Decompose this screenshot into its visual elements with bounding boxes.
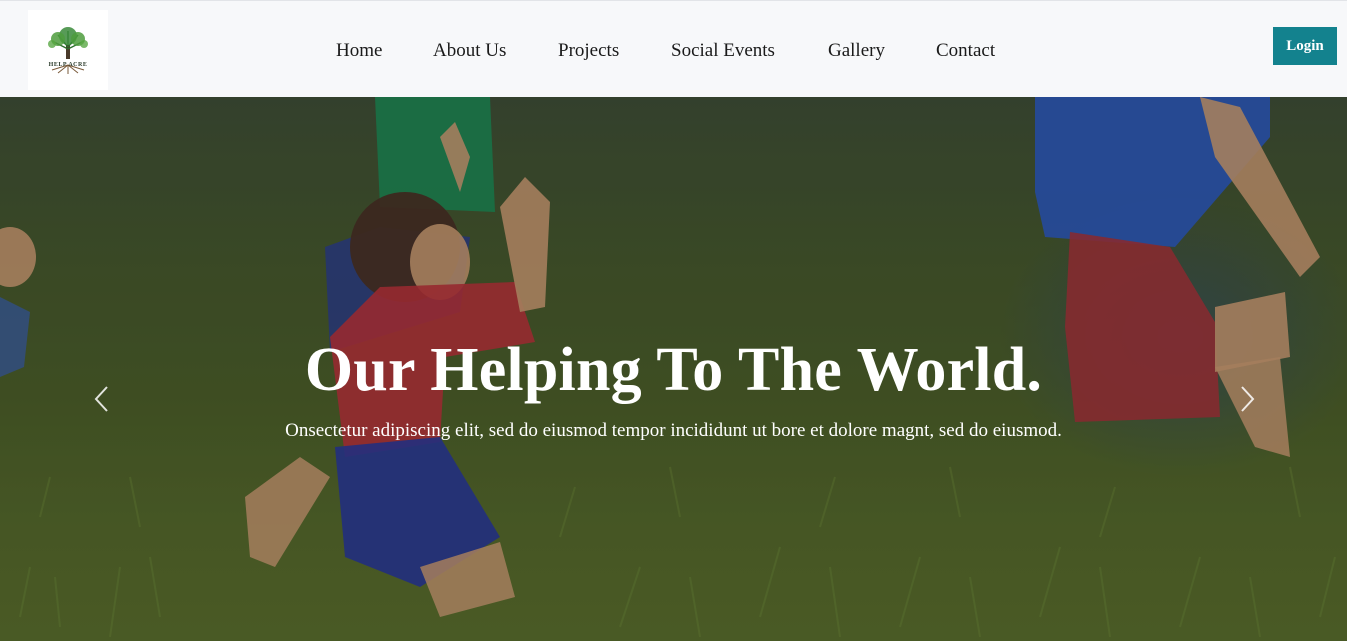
nav-about-us[interactable]: About Us (433, 38, 506, 64)
login-button[interactable]: Login (1273, 27, 1337, 65)
main-nav: Home About Us Projects Social Events Gal… (0, 38, 1347, 64)
hero-subtitle: Onsectetur adipiscing elit, sed do eiusm… (285, 420, 1062, 441)
nav-social-events[interactable]: Social Events (671, 38, 775, 64)
slider-prev-button[interactable] (86, 381, 116, 417)
hero-title: Our Helping To The World. (304, 336, 1043, 404)
nav-projects[interactable]: Projects (558, 38, 619, 64)
chevron-left-icon (94, 386, 108, 412)
nav-gallery[interactable]: Gallery (828, 38, 885, 64)
chevron-right-icon (1241, 386, 1255, 412)
hero-slider: Our Helping To The World. Onsectetur adi… (0, 97, 1347, 641)
slider-next-button[interactable] (1233, 381, 1263, 417)
nav-contact[interactable]: Contact (936, 38, 995, 64)
nav-home[interactable]: Home (336, 38, 382, 64)
navbar: HELP ACRE Home About Us Projects Social … (0, 0, 1347, 97)
